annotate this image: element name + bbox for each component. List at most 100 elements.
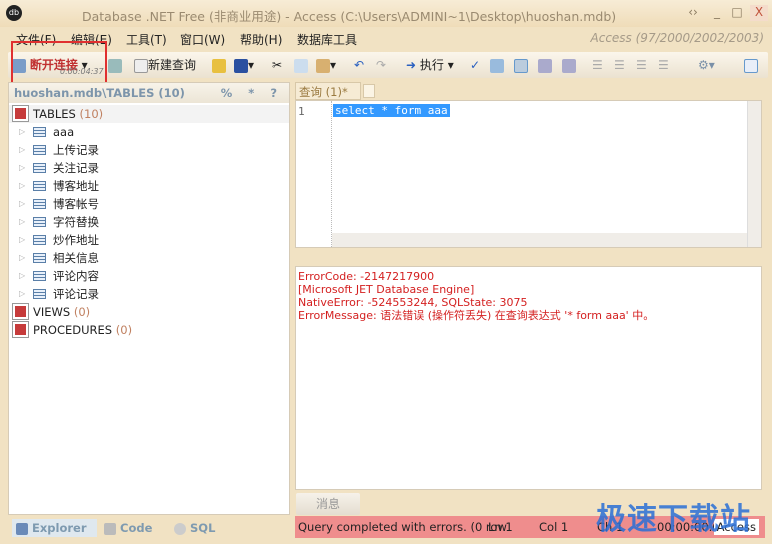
indent-icon[interactable]: ☰ [592, 57, 603, 73]
expand-icon[interactable]: ▷ [19, 177, 25, 195]
maximize-button[interactable]: □ [728, 5, 746, 21]
tab-messages[interactable]: 消息 [296, 493, 360, 515]
table-icon [33, 289, 46, 299]
cut-icon[interactable]: ✂ [272, 57, 282, 73]
toolbar: 断开连接 ▾ 新建查询 ▾ ✂ ▾ ↶ ↷ ➜ 执行 ▾ ✓ ☰ ☰ ☰ ☰ ⚙… [8, 52, 768, 78]
import-icon[interactable] [562, 57, 576, 73]
save-icon[interactable]: ▾ [234, 57, 254, 73]
export-icon[interactable] [538, 57, 552, 73]
comment-icon[interactable]: ☰ [636, 57, 647, 73]
error-message: ErrorMessage: 语法错误 (操作符丢失) 在查询表达式 '* for… [298, 309, 655, 322]
vertical-scrollbar[interactable] [747, 101, 761, 247]
sql-editor[interactable]: 1 select * form aaa [295, 100, 762, 248]
line-numbers: 1 [296, 101, 332, 247]
open-folder-icon[interactable] [212, 57, 226, 73]
tab-sql[interactable]: SQL [174, 519, 215, 537]
undo-icon[interactable]: ↶ [354, 57, 364, 73]
redo-icon[interactable]: ↷ [376, 57, 386, 73]
table-item[interactable]: ▷ 上传记录 [9, 141, 289, 159]
menu-window[interactable]: 窗口(W) [180, 31, 225, 48]
menu-db-tools[interactable]: 数据库工具 [297, 31, 357, 48]
grid-view-icon[interactable] [514, 57, 528, 73]
table-icon [33, 127, 46, 137]
sql-icon [174, 522, 186, 535]
error-source: [Microsoft JET Database Engine] [298, 283, 475, 296]
messages-panel: ErrorCode: -2147217900 [Microsoft JET Da… [295, 266, 762, 490]
expand-icon[interactable]: ▷ [19, 213, 25, 231]
tab-code[interactable]: Code [104, 519, 152, 537]
explorer-icon [16, 522, 28, 535]
menu-tools[interactable]: 工具(T) [126, 31, 167, 48]
close-button[interactable]: X [750, 5, 768, 21]
table-icon [33, 217, 46, 227]
explorer-path: huoshan.mdb\TABLES (10) [14, 86, 185, 100]
minimize-button[interactable]: _ [708, 5, 726, 21]
watermark-logo: 极速下载站 [596, 502, 751, 537]
gear-icon[interactable]: ⚙▾ [698, 57, 715, 73]
paste-icon[interactable]: ▾ [316, 57, 336, 73]
menu-help[interactable]: 帮助(H) [240, 31, 282, 48]
explorer-tools[interactable]: % * ? [221, 86, 283, 100]
table-item[interactable]: ▷ 字符替换 [9, 213, 289, 231]
tree-views[interactable]: VIEWS (0) [9, 303, 289, 321]
table-name: 炒作地址 [53, 233, 99, 247]
copy-icon[interactable] [294, 57, 308, 73]
new-doc-icon [134, 58, 148, 73]
expand-icon[interactable]: ▷ [19, 195, 25, 213]
error-code: ErrorCode: -2147217900 [298, 270, 435, 283]
table-icon [33, 271, 46, 281]
expand-icon[interactable]: ▷ [19, 267, 25, 285]
expand-icon[interactable]: ▷ [19, 231, 25, 249]
table-name: 博客地址 [53, 179, 99, 193]
status-line: Ln 1 [488, 520, 513, 534]
database-icon [13, 304, 28, 319]
table-item[interactable]: ▷ 关注记录 [9, 159, 289, 177]
new-query-button[interactable]: 新建查询 [134, 57, 196, 73]
table-name: 评论记录 [53, 287, 99, 301]
tab-query[interactable]: 查询 (1)* × [295, 82, 361, 114]
views-label: VIEWS [33, 305, 71, 319]
horizontal-scrollbar[interactable] [332, 233, 747, 247]
table-name: 评论内容 [53, 269, 99, 283]
table-name: 博客帐号 [53, 197, 99, 211]
execute-button[interactable]: ➜ 执行 ▾ [406, 57, 454, 73]
table-icon [33, 145, 46, 155]
table-name: 相关信息 [53, 251, 99, 265]
uncomment-icon[interactable]: ☰ [658, 57, 669, 73]
new-tab-button[interactable] [363, 84, 375, 98]
window-title: Database .NET Free (非商业用途) - Access (C:\… [82, 9, 617, 24]
expand-icon[interactable]: ▷ [19, 285, 25, 303]
procedures-label: PROCEDURES [33, 323, 113, 337]
tab-explorer[interactable]: Explorer [12, 519, 97, 537]
tables-count: (10) [79, 107, 104, 121]
explorer-header: huoshan.mdb\TABLES (10) % * ? [9, 83, 289, 103]
table-item[interactable]: ▷ 评论记录 [9, 285, 289, 303]
table-item[interactable]: ▷ 相关信息 [9, 249, 289, 267]
expand-icon[interactable]: ▷ [19, 141, 25, 159]
tab-query-label: 查询 (1)* [299, 85, 348, 99]
restore-button[interactable]: ‹› [684, 5, 702, 21]
expand-icon[interactable]: ▷ [19, 123, 25, 141]
grid-icon[interactable] [490, 57, 504, 73]
table-name: 关注记录 [53, 161, 99, 175]
table-item[interactable]: ▷ 炒作地址 [9, 231, 289, 249]
table-item[interactable]: ▷ aaa [9, 123, 289, 141]
access-version: Access (97/2000/2002/2003) [590, 31, 764, 45]
expand-icon[interactable]: ▷ [19, 249, 25, 267]
tree-tables[interactable]: TABLES (10) [9, 105, 289, 123]
sql-code[interactable]: select * form aaa [333, 104, 450, 117]
expand-icon[interactable]: ▷ [19, 159, 25, 177]
table-item[interactable]: ▷ 博客地址 [9, 177, 289, 195]
checklist-icon[interactable] [744, 57, 758, 73]
check-icon[interactable]: ✓ [470, 57, 480, 73]
tab-code-label: Code [120, 521, 153, 535]
table-item[interactable]: ▷ 博客帐号 [9, 195, 289, 213]
refresh-icon[interactable] [108, 57, 122, 73]
arrow-right-icon: ➜ [406, 58, 417, 72]
new-query-label: 新建查询 [148, 58, 197, 72]
outdent-icon[interactable]: ☰ [614, 57, 625, 73]
execute-label: 执行 [419, 58, 444, 72]
table-item[interactable]: ▷ 评论内容 [9, 267, 289, 285]
query-tab-row: 查询 (1)* × [295, 82, 765, 114]
tree-procedures[interactable]: PROCEDURES (0) [9, 321, 289, 339]
